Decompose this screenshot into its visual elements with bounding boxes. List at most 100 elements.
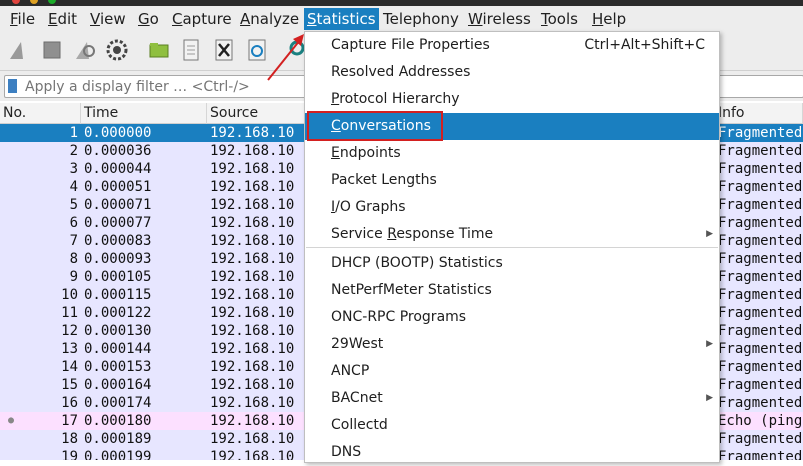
menu-item-label: ANCP (331, 363, 370, 379)
column-header-no[interactable]: No. (0, 103, 81, 124)
close-file-icon[interactable] (211, 37, 237, 63)
menu-item-protocol-hierarchy[interactable]: Protocol Hierarchy (305, 86, 719, 113)
menu-item-bacnet[interactable]: BACnet ▶ (305, 385, 719, 412)
statistics-dropdown-menu: Capture File Properties Ctrl+Alt+Shift+C … (304, 31, 720, 463)
reload-file-icon[interactable] (244, 37, 270, 63)
submenu-arrow-icon: ▶ (706, 339, 713, 349)
packet-time: 0.000105 (84, 269, 152, 285)
capture-options-gear-icon[interactable] (104, 37, 130, 63)
column-header-info[interactable]: Info (715, 103, 803, 124)
packet-source: 192.168.10 (210, 179, 295, 195)
packet-no: 3 (69, 161, 78, 177)
menu-item-io-graphs[interactable]: I/O Graphs (305, 194, 719, 221)
packet-no: 4 (69, 179, 78, 195)
open-file-icon[interactable] (146, 37, 172, 63)
menu-item-29west[interactable]: 29West ▶ (305, 331, 719, 358)
maximize-window-dot[interactable] (48, 0, 56, 4)
packet-source: 192.168.10 (210, 233, 295, 249)
menu-bar: File Edit View Go Capture Analyze Statis… (0, 6, 803, 31)
submenu-arrow-icon: ▶ (706, 393, 713, 403)
packet-info: Fragmented (718, 359, 803, 375)
menu-file[interactable]: File (7, 8, 38, 30)
menu-file-mnemonic: F (10, 10, 18, 28)
menu-item-onc-rpc-programs[interactable]: ONC-RPC Programs (305, 304, 719, 331)
packet-info: Fragmented (718, 305, 803, 321)
menu-item-dhcp-statistics[interactable]: DHCP (BOOTP) Statistics (305, 250, 719, 277)
menu-statistics[interactable]: Statistics (304, 8, 379, 30)
column-header-source[interactable]: Source (207, 103, 307, 124)
menu-item-label: DHCP (BOOTP) Statistics (331, 255, 503, 271)
packet-info: Fragmented (718, 269, 803, 285)
menu-item-ancp[interactable]: ANCP (305, 358, 719, 385)
packet-time: 0.000153 (84, 359, 152, 375)
packet-info: Fragmented (718, 179, 803, 195)
menu-view-label: iew (99, 10, 126, 28)
menu-item-capture-file-properties[interactable]: Capture File Properties Ctrl+Alt+Shift+C (305, 32, 719, 59)
menu-item-service-response-time[interactable]: Service Response Time ▶ (305, 221, 719, 248)
menu-tools-mnemonic: T (541, 10, 548, 28)
save-file-icon[interactable] (178, 37, 204, 63)
menu-go-label: o (149, 10, 159, 28)
menu-analyze-label: nalyze (250, 10, 300, 28)
packet-no: 10 (61, 287, 78, 303)
menu-separator (306, 247, 718, 248)
packet-info: Fragmented (718, 341, 803, 357)
menu-wireless-label: ireless (482, 10, 531, 28)
menu-item-resolved-addresses[interactable]: Resolved Addresses (305, 59, 719, 86)
close-window-dot[interactable] (12, 0, 20, 4)
menu-telephony[interactable]: Telephony (380, 8, 462, 30)
menu-capture[interactable]: Capture (169, 8, 235, 30)
menu-item-label: Collectd (331, 417, 388, 433)
packet-source: 192.168.10 (210, 413, 295, 429)
minimize-window-dot[interactable] (30, 0, 38, 4)
packet-info: Fragmented (718, 197, 803, 213)
packet-no: 8 (69, 251, 78, 267)
menu-item-mnemonic: P (331, 91, 340, 107)
packet-time: 0.000093 (84, 251, 152, 267)
menu-capture-mnemonic: C (172, 10, 183, 28)
filter-bookmark-icon[interactable] (8, 79, 17, 93)
packet-no: 6 (69, 215, 78, 231)
menu-tools[interactable]: Tools (538, 8, 581, 30)
packet-source: 192.168.10 (210, 143, 295, 159)
restart-capture-icon[interactable] (72, 37, 98, 63)
packet-info: Fragmented (718, 431, 803, 447)
packet-source: 192.168.10 (210, 269, 295, 285)
packet-no: 14 (61, 359, 78, 375)
stop-capture-icon[interactable] (39, 37, 65, 63)
packet-source: 192.168.10 (210, 377, 295, 393)
packet-source: 192.168.10 (210, 125, 295, 141)
column-header-time[interactable]: Time (81, 103, 207, 124)
packet-time: 0.000122 (84, 305, 152, 321)
menu-item-label: 29West (331, 336, 384, 352)
packet-info: Fragmented (718, 287, 803, 303)
menu-item-dns[interactable]: DNS (305, 439, 719, 466)
packet-time: 0.000130 (84, 323, 152, 339)
menu-edit[interactable]: Edit (45, 8, 80, 30)
packet-info: Fragmented (718, 377, 803, 393)
shark-fin-start-icon[interactable] (6, 37, 32, 63)
packet-time: 0.000164 (84, 377, 152, 393)
submenu-arrow-icon: ▶ (706, 229, 713, 239)
menu-wireless[interactable]: Wireless (465, 8, 534, 30)
menu-view[interactable]: View (87, 8, 129, 30)
menu-item-label: Service (331, 226, 388, 242)
menu-item-netperfmeter-statistics[interactable]: NetPerfMeter Statistics (305, 277, 719, 304)
packet-time: 0.000071 (84, 197, 152, 213)
menu-item-label: Packet Lengths (331, 172, 437, 188)
packet-info: Fragmented (718, 215, 803, 231)
packet-info: Fragmented (718, 395, 803, 411)
menu-item-endpoints[interactable]: Endpoints (305, 140, 719, 167)
packet-time: 0.000174 (84, 395, 152, 411)
menu-go[interactable]: Go (135, 8, 162, 30)
packet-time: 0.000083 (84, 233, 152, 249)
packet-source: 192.168.10 (210, 341, 295, 357)
packet-info: Fragmented (718, 233, 803, 249)
menu-item-label: ONC-RPC Programs (331, 309, 467, 325)
packet-source: 192.168.10 (210, 215, 295, 231)
menu-help[interactable]: Help (589, 8, 629, 30)
menu-item-collectd[interactable]: Collectd (305, 412, 719, 439)
menu-analyze[interactable]: Analyze (237, 8, 302, 30)
packet-no: 13 (61, 341, 78, 357)
menu-item-packet-lengths[interactable]: Packet Lengths (305, 167, 719, 194)
